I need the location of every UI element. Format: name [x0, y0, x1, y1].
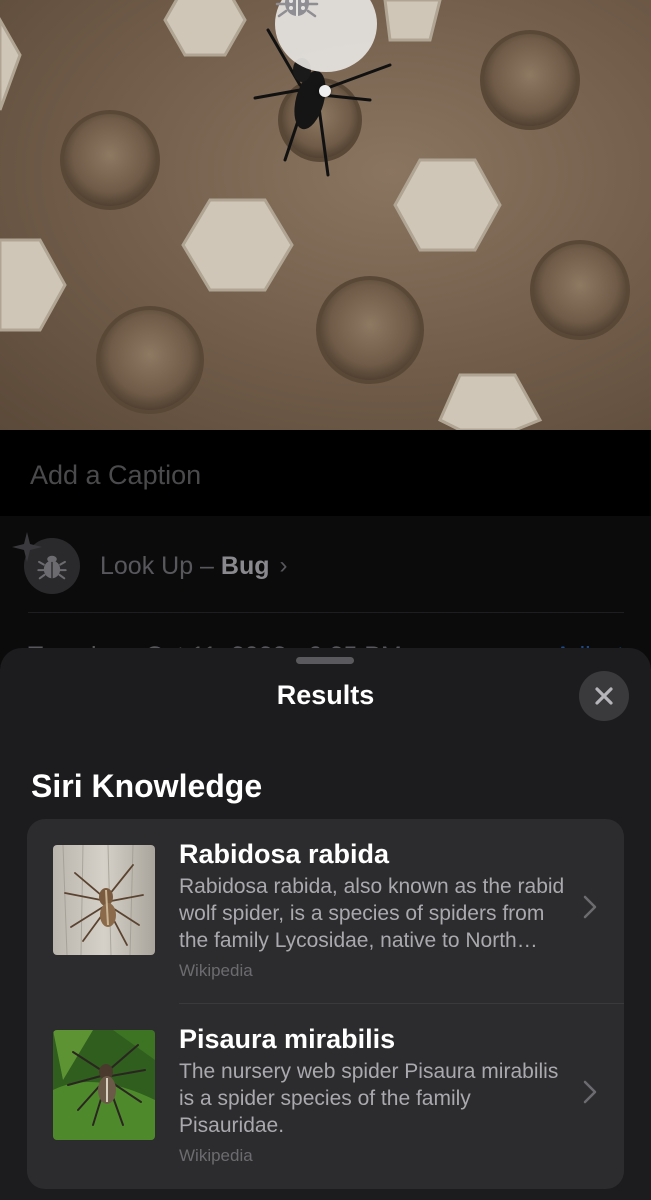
chevron-right-icon [583, 1080, 597, 1104]
look-up-row[interactable]: Look Up – Bug › [12, 532, 624, 596]
visual-lookup-anchor-dot[interactable] [319, 85, 331, 97]
divider [28, 612, 624, 613]
result-title: Rabidosa rabida [179, 839, 390, 869]
caption-area [0, 430, 651, 516]
result-source: Wikipedia [179, 1146, 253, 1165]
look-up-prefix: Look Up – [100, 551, 221, 580]
wolf-spider-thumbnail [53, 845, 155, 955]
close-icon [595, 687, 613, 705]
photo-view[interactable] [0, 0, 651, 430]
section-title: Siri Knowledge [31, 768, 263, 804]
chevron-right-icon [583, 895, 597, 919]
caption-input[interactable] [28, 454, 592, 496]
sheet-title: Results [276, 680, 375, 710]
results-sheet: Results Siri Knowledge Rabidosa rabida R… [0, 648, 651, 1200]
sparkle-icon [12, 532, 42, 562]
bug-icon [275, 0, 319, 18]
sheet-grabber[interactable] [296, 657, 354, 664]
results-card: Rabidosa rabida Rabidosa rabida, also kn… [27, 819, 624, 1189]
nursery-web-spider-thumbnail [53, 1030, 155, 1140]
info-panel: Look Up – Bug › Tuesday · Oct 11, 2022 ·… [0, 516, 651, 670]
result-thumbnail [53, 845, 155, 955]
look-up-label: Look Up – Bug [100, 552, 270, 581]
chevron-right-icon: › [279, 552, 288, 579]
result-thumbnail [53, 1030, 155, 1140]
result-item-pisaura-mirabilis[interactable]: Pisaura mirabilis The nursery web spider… [27, 1004, 624, 1189]
result-description: Rabidosa rabida, also known as the rabid… [179, 875, 565, 952]
close-button[interactable] [579, 671, 629, 721]
look-up-subject: Bug [220, 551, 270, 580]
result-description: The nursery web spider Pisaura mirabilis… [179, 1060, 559, 1137]
result-source: Wikipedia [179, 961, 253, 980]
result-title: Pisaura mirabilis [179, 1024, 396, 1054]
result-item-rabidosa-rabida[interactable]: Rabidosa rabida Rabidosa rabida, also kn… [27, 819, 624, 1004]
